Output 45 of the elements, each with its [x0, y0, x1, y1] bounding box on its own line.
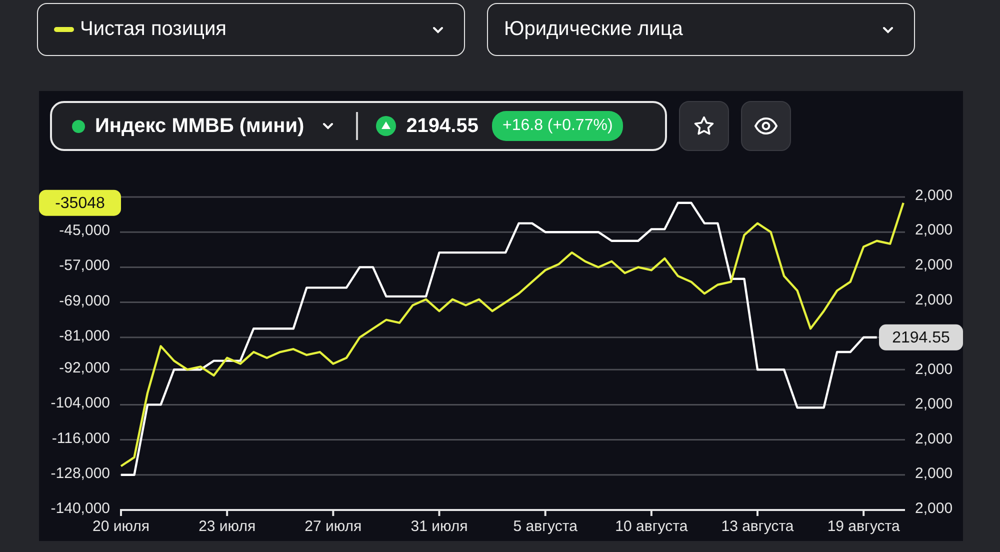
chevron-down-icon — [322, 122, 334, 130]
chevron-down-icon — [432, 26, 444, 34]
status-dot — [72, 120, 85, 132]
y-axis-label: -104,000 — [50, 394, 110, 412]
x-axis-label: 13 августа — [721, 518, 794, 535]
dropdown-label: Чистая позиция — [80, 18, 228, 41]
y-axis-label: 2,000 — [915, 465, 953, 482]
x-axis-label: 10 августа — [615, 518, 688, 535]
dropdown-label: Юридические лица — [504, 18, 684, 41]
price-change: +16.8 (+0.77%) — [492, 111, 623, 141]
x-axis-label: 20 июля — [92, 518, 150, 535]
y-axis-label: 2,000 — [915, 256, 953, 274]
instrument-dropdown[interactable]: Индекс ММВБ (мини) — [95, 114, 334, 138]
x-axis-label: 23 июля — [198, 518, 256, 535]
star-icon — [693, 115, 715, 137]
y-axis-label: -140,000 — [50, 500, 110, 517]
dropdown[interactable]: Юридические лица — [487, 3, 915, 56]
y-axis-label: 2,000 — [915, 430, 953, 448]
x-axis-label: 31 июля — [410, 518, 468, 535]
y-axis-label: -81,000 — [59, 327, 110, 344]
visibility-button[interactable] — [741, 101, 791, 151]
legend-icon — [54, 27, 74, 32]
y-axis-label: 2,000 — [915, 500, 953, 517]
y-axis-label: -116,000 — [52, 430, 110, 447]
x-axis-label: 5 августа — [513, 518, 578, 535]
y-axis-label: 2,000 — [915, 291, 953, 308]
chevron-down-icon — [882, 26, 894, 34]
y-axis-label: 2,000 — [915, 222, 953, 239]
last-value-label: -35048 — [39, 190, 121, 216]
y-axis-label: -57,000 — [59, 257, 110, 274]
triangle-up-icon — [376, 116, 396, 136]
x-axis-label: 19 августа — [827, 518, 900, 535]
y-axis-label: 2,000 — [915, 396, 953, 413]
dropdown[interactable]: Чистая позиция — [37, 3, 465, 56]
y-axis-label: -128,000 — [50, 464, 110, 482]
price: 2194.55 — [406, 114, 478, 138]
eye-icon — [754, 117, 778, 135]
y-axis-label: 2,000 — [915, 186, 953, 204]
y-axis-label: -92,000 — [59, 360, 110, 377]
y-axis-label: -45,000 — [59, 222, 110, 240]
x-axis-label: 27 июля — [304, 518, 362, 535]
favorite-button[interactable] — [679, 101, 729, 151]
y-axis-label: 2,000 — [915, 360, 953, 378]
last-value-label: 2194.55 — [879, 324, 963, 350]
y-axis-label: -69,000 — [59, 292, 110, 310]
